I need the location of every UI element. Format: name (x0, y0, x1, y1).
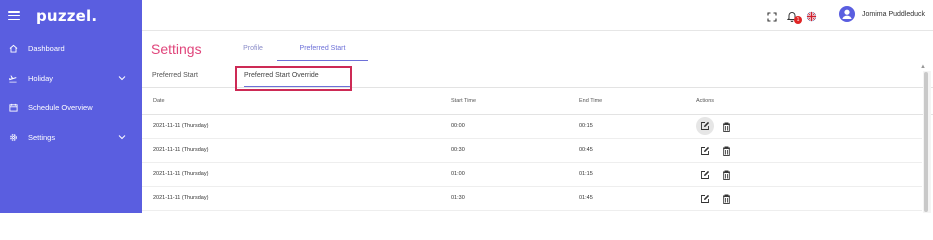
table-row: 2021-11-11 (Thursday) 00:00 00:15 (142, 115, 922, 139)
cell-start-time: 01:30 (451, 195, 465, 201)
fullscreen-icon[interactable] (767, 9, 777, 27)
column-header-actions: Actions (696, 98, 715, 104)
trash-icon[interactable] (720, 169, 732, 181)
subtab-preferred-start[interactable]: Preferred Start (152, 72, 198, 79)
calendar-icon (8, 103, 18, 113)
app-logo: puzzel. (36, 6, 98, 25)
edit-icon[interactable] (698, 144, 712, 158)
cell-end-time: 01:15 (579, 171, 593, 177)
cell-end-time: 00:45 (579, 147, 593, 153)
scrollbar-thumb[interactable] (924, 72, 928, 212)
gear-icon (8, 132, 18, 142)
sidebar: puzzel. Dashboard Holiday Schedule Overv… (0, 0, 142, 213)
table-row: 2021-11-11 (Thursday) 01:30 01:45 (142, 187, 922, 211)
cell-date: 2021-11-11 (Thursday) (153, 147, 209, 153)
cell-start-time: 00:30 (451, 147, 465, 153)
scroll-up-icon[interactable]: ▲ (920, 64, 926, 70)
trash-icon[interactable] (720, 121, 732, 133)
column-header-end-time: End Time (579, 98, 603, 104)
table-row: 2021-11-11 (Thursday) 01:00 01:15 (142, 163, 922, 187)
edit-icon[interactable] (698, 168, 712, 182)
cell-date: 2021-11-11 (Thursday) (153, 195, 209, 201)
column-header-start-time: Start Time (451, 98, 477, 104)
page-title: Settings (151, 41, 202, 57)
hamburger-menu-icon[interactable] (8, 11, 20, 20)
cell-start-time: 00:00 (451, 123, 465, 129)
chevron-down-icon (118, 133, 126, 143)
plane-icon (8, 73, 18, 83)
trash-icon[interactable] (720, 145, 732, 157)
table-row: 2021-11-11 (Thursday) 00:30 00:45 (142, 139, 922, 163)
cell-end-time: 01:45 (579, 195, 593, 201)
sidebar-item-dashboard[interactable]: Dashboard (0, 34, 142, 64)
sidebar-item-schedule-overview[interactable]: Schedule Overview (0, 93, 142, 123)
column-header-date: Date (153, 98, 165, 104)
sidebar-header: puzzel. (0, 0, 142, 31)
highlight-box (235, 66, 352, 91)
trash-icon[interactable] (720, 193, 732, 205)
table-header: Date Start Time End Time Actions (142, 91, 933, 115)
cell-date: 2021-11-11 (Thursday) (153, 171, 209, 177)
tab-preferred-start[interactable]: Preferred Start (277, 45, 368, 61)
sidebar-item-settings[interactable]: Settings (0, 123, 142, 153)
sidebar-item-label: Dashboard (28, 44, 65, 54)
uk-flag-icon[interactable] (806, 9, 817, 27)
sidebar-item-label: Settings (28, 132, 56, 142)
cell-date: 2021-11-11 (Thursday) (153, 123, 209, 129)
tab-profile[interactable]: Profile (238, 45, 268, 61)
home-icon (8, 44, 18, 54)
sidebar-item-label: Holiday (28, 73, 54, 83)
sidebar-item-holiday[interactable]: Holiday (0, 64, 142, 94)
edit-icon[interactable] (696, 117, 714, 135)
chevron-down-icon (118, 74, 126, 84)
cell-end-time: 00:15 (579, 123, 593, 129)
cell-start-time: 01:00 (451, 171, 465, 177)
main-content: Settings Profile Preferred Start Preferr… (142, 31, 933, 213)
user-name[interactable]: Jomima Puddleduck (862, 11, 925, 18)
top-bar: 1 Jomima Puddleduck (142, 0, 933, 31)
sidebar-item-label: Schedule Overview (28, 103, 93, 113)
edit-icon[interactable] (698, 192, 712, 206)
avatar[interactable] (839, 6, 855, 27)
notification-badge: 1 (794, 16, 802, 24)
